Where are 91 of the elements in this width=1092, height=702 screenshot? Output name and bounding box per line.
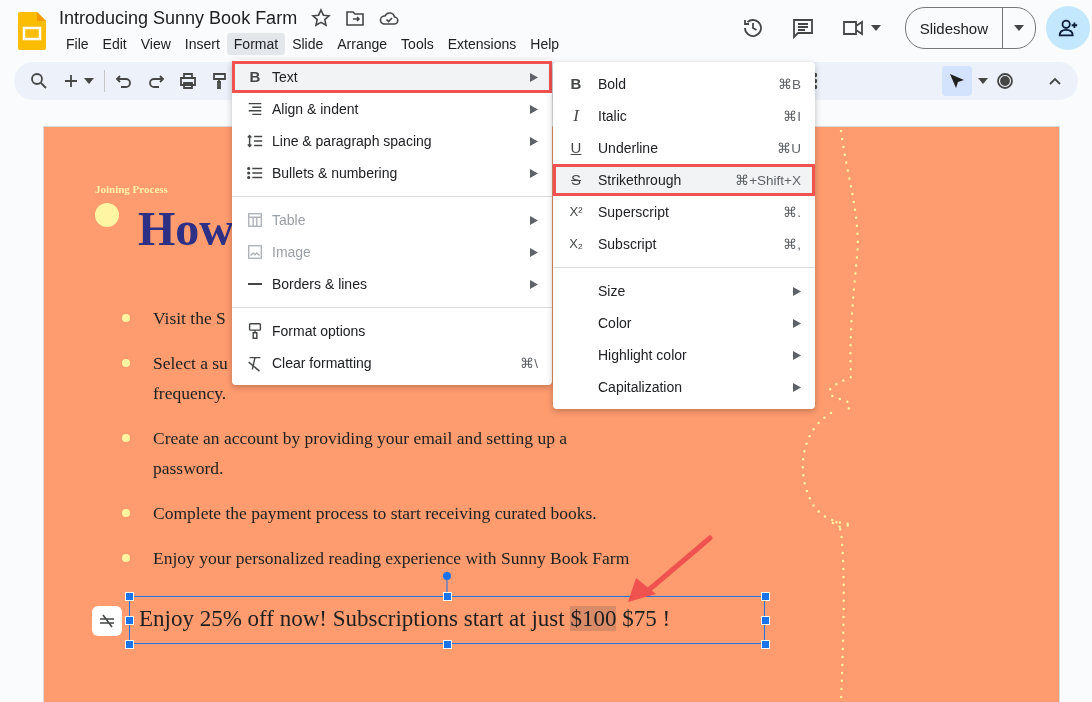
strike-icon: S bbox=[571, 171, 581, 189]
italic-icon: I bbox=[573, 107, 579, 125]
menu-bar-item[interactable]: Help bbox=[523, 33, 567, 55]
menu-bar-item[interactable]: File bbox=[59, 33, 96, 55]
resize-handle[interactable] bbox=[125, 616, 134, 625]
format-shortcut-button[interactable] bbox=[92, 606, 122, 636]
star-icon[interactable] bbox=[311, 8, 332, 28]
resize-handle[interactable] bbox=[761, 616, 770, 625]
menu-item[interactable]: Color bbox=[553, 307, 815, 339]
menu-item[interactable]: S Strikethrough ⌘+Shift+X bbox=[553, 164, 815, 196]
resize-handle[interactable] bbox=[125, 592, 134, 601]
cursor-icon bbox=[948, 72, 966, 90]
menu-bar-item[interactable]: Tools bbox=[394, 33, 441, 55]
menu-bar-item[interactable]: View bbox=[133, 33, 178, 55]
caret-icon[interactable] bbox=[978, 78, 988, 84]
plus-icon[interactable] bbox=[62, 72, 80, 90]
bullet-text: Enjoy your personalized reading experience with Sunny Book Farm bbox=[153, 547, 630, 570]
menu-item[interactable]: Align & indent bbox=[232, 93, 552, 125]
bullet-text: Visit the S bbox=[153, 307, 226, 330]
shortcut-label: ⌘. bbox=[783, 204, 801, 220]
caret-icon[interactable] bbox=[870, 25, 881, 31]
slide-eyebrow-text: Joining Process bbox=[95, 183, 169, 195]
folder-icon[interactable] bbox=[345, 8, 366, 28]
resize-handle[interactable] bbox=[761, 592, 770, 601]
search-icon[interactable] bbox=[30, 72, 48, 90]
image-icon bbox=[246, 243, 264, 261]
menu-item[interactable]: Borders & lines bbox=[232, 268, 552, 300]
resize-handle[interactable] bbox=[125, 640, 134, 649]
menu-item[interactable]: Size bbox=[553, 275, 815, 307]
menu-item[interactable]: B Text bbox=[232, 61, 552, 93]
shortcut-label: ⌘+Shift+X bbox=[735, 172, 801, 188]
menu-item[interactable]: X² Superscript ⌘. bbox=[553, 196, 815, 228]
print-icon[interactable] bbox=[179, 72, 197, 90]
bullet-dot bbox=[122, 434, 130, 442]
shortcut-label: ⌘B bbox=[778, 76, 801, 92]
align-icon bbox=[246, 100, 264, 118]
caret-icon[interactable] bbox=[84, 78, 94, 84]
undo-icon[interactable] bbox=[115, 72, 133, 90]
bullets-icon bbox=[246, 164, 264, 182]
document-title[interactable]: Introducing Sunny Book Farm bbox=[59, 7, 298, 29]
menu-bar-item[interactable]: Arrange bbox=[330, 33, 395, 55]
menu-item[interactable]: X₂ Subscript ⌘, bbox=[553, 228, 815, 260]
resize-handle[interactable] bbox=[761, 640, 770, 649]
menu-bar-item[interactable]: Extensions bbox=[440, 33, 524, 55]
bold-icon: B bbox=[570, 75, 582, 93]
resize-handle[interactable] bbox=[443, 592, 452, 601]
slide-heading: How bbox=[138, 201, 234, 257]
bullet-text: Select a su frequency. bbox=[153, 352, 228, 405]
share-button[interactable] bbox=[1046, 6, 1090, 50]
resize-handle[interactable] bbox=[443, 640, 452, 649]
table-icon bbox=[246, 211, 264, 229]
redo-icon[interactable] bbox=[147, 72, 165, 90]
menu-item[interactable]: Line & paragraph spacing bbox=[232, 125, 552, 157]
menu-item[interactable]: B Bold ⌘B bbox=[553, 68, 815, 100]
menu-item[interactable]: Clear formatting ⌘\ bbox=[232, 347, 552, 379]
menu-bar-item[interactable]: Insert bbox=[177, 33, 227, 55]
caret-icon bbox=[1014, 25, 1024, 31]
shortcut-label: ⌘U bbox=[777, 140, 801, 156]
underline-icon: U bbox=[570, 139, 582, 157]
circle-decoration bbox=[95, 203, 119, 227]
menu-item[interactable]: Capitalization bbox=[553, 371, 815, 403]
subscript-icon: X₂ bbox=[569, 235, 583, 253]
menu-item[interactable]: Format options bbox=[232, 315, 552, 347]
menu-item[interactable]: Highlight color bbox=[553, 339, 815, 371]
bullet-dot bbox=[122, 509, 130, 517]
slides-logo-icon bbox=[18, 12, 46, 50]
shortcut-label: ⌘I bbox=[783, 108, 801, 124]
line-icon bbox=[248, 283, 262, 285]
menu-item[interactable]: Bullets & numbering bbox=[232, 157, 552, 189]
select-tool-button[interactable] bbox=[942, 66, 972, 96]
menu-item[interactable]: U Underline ⌘U bbox=[553, 132, 815, 164]
comment-icon[interactable] bbox=[790, 16, 815, 40]
menu-bar-item[interactable]: Edit bbox=[95, 33, 134, 55]
bullet-dot bbox=[122, 359, 130, 367]
menu-bar-item[interactable]: Slide bbox=[285, 33, 331, 55]
bullet-dot bbox=[122, 314, 130, 322]
superscript-icon: X² bbox=[569, 203, 583, 221]
record-icon[interactable] bbox=[996, 72, 1014, 90]
promo-text[interactable]: Enjoy 25% off now! Subscriptions start at just $100 $75 ! bbox=[139, 604, 671, 634]
bold-icon: B bbox=[249, 68, 261, 86]
paint-roller-icon[interactable] bbox=[211, 72, 229, 90]
bullet-text: Create an account by providing your email and setting up a password. bbox=[153, 427, 568, 480]
bullet-text: Complete the payment process to start receiving curated books. bbox=[153, 502, 597, 525]
shortcut-label: ⌘\ bbox=[520, 355, 538, 371]
add-person-icon bbox=[1057, 17, 1079, 39]
shortcut-label: ⌘, bbox=[783, 236, 801, 252]
spacing-icon bbox=[246, 132, 264, 150]
menu-bar-item[interactable]: Format bbox=[226, 33, 286, 55]
bullet-dot bbox=[122, 554, 130, 562]
menu-item[interactable]: I Italic ⌘I bbox=[553, 100, 815, 132]
paint-icon bbox=[246, 322, 264, 340]
